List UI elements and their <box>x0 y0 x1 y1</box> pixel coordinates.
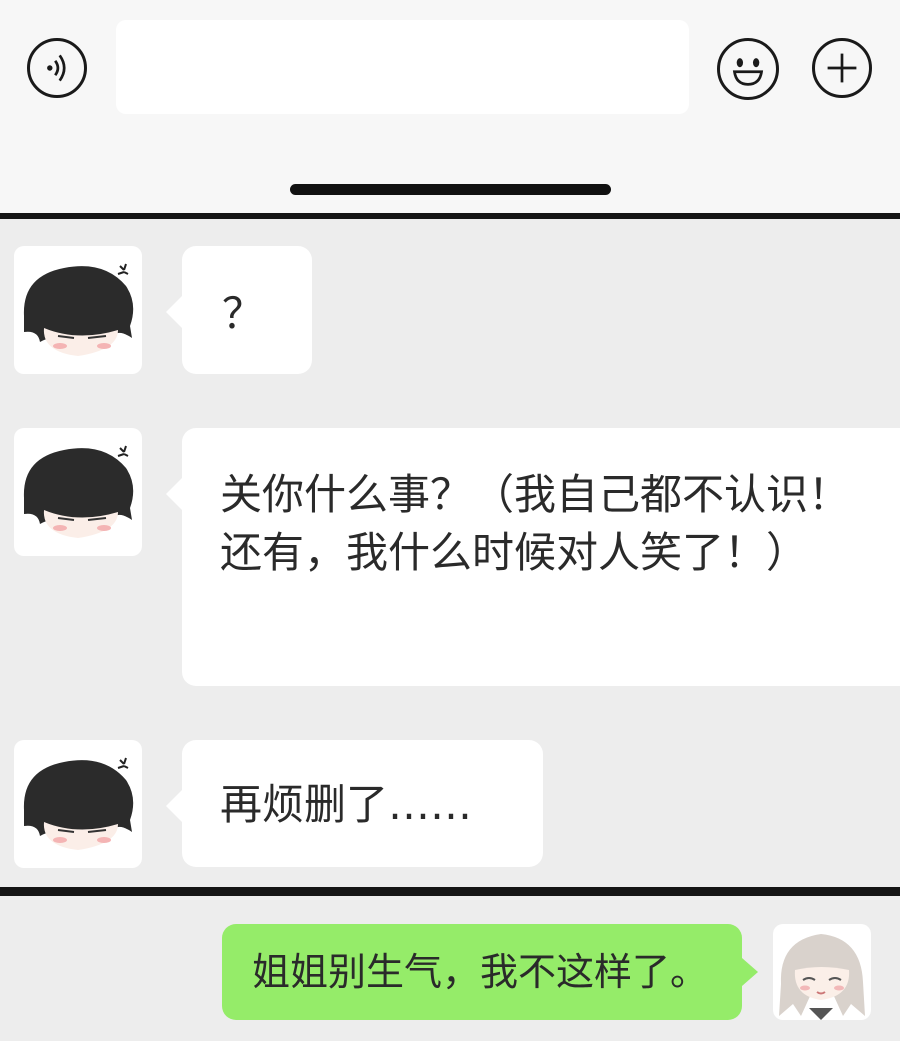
message-text: ？ <box>222 289 265 338</box>
voice-icon[interactable] <box>27 38 87 98</box>
plus-icon[interactable] <box>812 38 872 98</box>
bubble-tail <box>166 296 182 328</box>
message-bubble[interactable]: 再烦删了…… <box>166 740 543 867</box>
message-text: 再烦删了…… <box>220 780 473 829</box>
home-indicator[interactable] <box>290 184 611 195</box>
bubble-tail <box>166 790 182 822</box>
message-bubble[interactable]: 姐姐别生气，我不这样了。 <box>222 924 758 1020</box>
message-bubble[interactable]: 关你什么事？（我自己都不认识！还有，我什么时候对人笑了！） <box>166 428 900 686</box>
avatar[interactable] <box>14 246 142 374</box>
message-bubble[interactable]: ？ <box>166 246 312 374</box>
message-input[interactable] <box>116 20 689 114</box>
bubble-tail <box>166 478 182 510</box>
bubble-tail <box>742 958 758 986</box>
chat-input-bar <box>0 0 900 213</box>
panel-divider <box>0 213 900 219</box>
avatar[interactable] <box>14 740 142 868</box>
message-text: 姐姐别生气，我不这样了。 <box>252 950 709 994</box>
message-text: 关你什么事？（我自己都不认识！还有，我什么时候对人笑了！） <box>220 470 851 577</box>
avatar[interactable] <box>14 428 142 556</box>
avatar[interactable] <box>773 924 871 1020</box>
panel-divider <box>0 887 900 896</box>
smiley-icon[interactable] <box>717 38 779 100</box>
